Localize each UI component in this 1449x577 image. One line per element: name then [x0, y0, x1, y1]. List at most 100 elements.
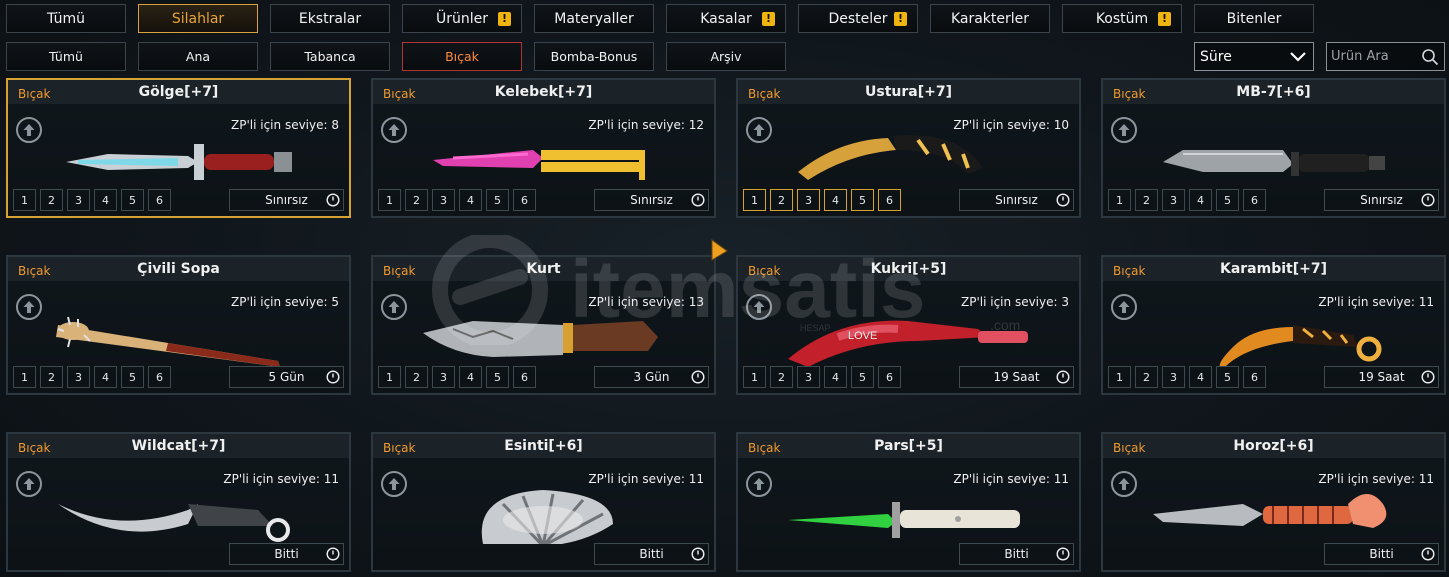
search-input[interactable] — [1327, 43, 1419, 70]
item-card-mb-7-6[interactable]: Bıçak MB-7[+6] 1 2 3 4 5 6 Sınırsız — [1101, 78, 1446, 218]
item-card-horoz-6[interactable]: Bıçak Horoz[+6] ZP'li için seviye: 11 Bitti — [1101, 432, 1446, 572]
level-slot[interactable]: 3 — [432, 189, 455, 211]
duration-button[interactable]: Bitti — [229, 543, 344, 565]
item-card-karambit-7[interactable]: Bıçak Karambit[+7] ZP'li için seviye: 11 1 2… — [1101, 255, 1446, 395]
level-slot[interactable]: 5 — [486, 366, 509, 388]
duration-button[interactable]: Sınırsız — [959, 189, 1074, 211]
level-slot[interactable]: 6 — [1243, 366, 1266, 388]
tab-materyaller[interactable]: Materyaller — [534, 4, 654, 33]
level-slot[interactable]: 6 — [148, 189, 171, 211]
duration-button[interactable]: Bitti — [594, 543, 709, 565]
level-slot[interactable]: 2 — [770, 189, 793, 211]
upgrade-button[interactable] — [746, 117, 772, 143]
level-slot[interactable]: 2 — [405, 366, 428, 388]
upgrade-button[interactable] — [1111, 471, 1137, 497]
level-slot[interactable]: 6 — [878, 366, 901, 388]
level-slot[interactable]: 1 — [13, 366, 36, 388]
level-slot[interactable]: 6 — [148, 366, 171, 388]
sort-select[interactable]: Süre — [1194, 42, 1314, 71]
level-slot[interactable]: 6 — [513, 189, 536, 211]
upgrade-button[interactable] — [381, 117, 407, 143]
tab-desteler[interactable]: Desteler! — [798, 4, 918, 33]
subtab-arsiv[interactable]: Arşiv — [666, 42, 786, 71]
level-slot[interactable]: 6 — [513, 366, 536, 388]
item-card-kurt[interactable]: Bıçak Kurt ZP'li için seviye: 13 1 2 3 4 5 6 3 Gü… — [371, 255, 716, 395]
tab-silahlar[interactable]: Silahlar — [138, 4, 258, 33]
level-slot[interactable]: 3 — [797, 366, 820, 388]
upgrade-button[interactable] — [746, 294, 772, 320]
tab-tumu[interactable]: Tümü — [6, 4, 126, 33]
level-slot[interactable]: 5 — [851, 366, 874, 388]
subtab-bicak[interactable]: Bıçak — [402, 42, 522, 71]
level-slot[interactable]: 1 — [743, 189, 766, 211]
item-card-wildcat-7[interactable]: Bıçak Wildcat[+7] ZP'li için seviye: 11 Bit… — [6, 432, 351, 572]
level-slot[interactable]: 4 — [94, 366, 117, 388]
duration-button[interactable]: 5 Gün — [229, 366, 344, 388]
upgrade-button[interactable] — [746, 471, 772, 497]
level-slot[interactable]: 4 — [94, 189, 117, 211]
level-slot[interactable]: 5 — [486, 189, 509, 211]
duration-button[interactable]: Sınırsız — [229, 189, 344, 211]
level-slot[interactable]: 1 — [1108, 189, 1131, 211]
level-slot[interactable]: 6 — [878, 189, 901, 211]
level-slot[interactable]: 4 — [824, 366, 847, 388]
duration-button[interactable]: Sınırsız — [1324, 189, 1439, 211]
item-card-esinti-6[interactable]: Bıçak Esinti[+6] ZP'li için seviye: 11 Bitt… — [371, 432, 716, 572]
tab-ekstralar[interactable]: Ekstralar — [270, 4, 390, 33]
level-slot[interactable]: 5 — [121, 366, 144, 388]
item-card-civili-sopa[interactable]: Bıçak Çivili Sopa ZP'li için seviye: 51234… — [6, 255, 351, 395]
level-slot[interactable]: 2 — [770, 366, 793, 388]
level-slot[interactable]: 1 — [13, 189, 36, 211]
tab-urunler[interactable]: Ürünler! — [402, 4, 522, 33]
level-slot[interactable]: 4 — [459, 189, 482, 211]
level-slot[interactable]: 2 — [40, 189, 63, 211]
level-slot[interactable]: 6 — [1243, 189, 1266, 211]
tab-karakterler[interactable]: Karakterler — [930, 4, 1050, 33]
level-slot[interactable]: 3 — [1162, 366, 1185, 388]
level-slot[interactable]: 3 — [432, 366, 455, 388]
duration-button[interactable]: Bitti — [959, 543, 1074, 565]
upgrade-button[interactable] — [1111, 117, 1137, 143]
level-slot[interactable]: 5 — [121, 189, 144, 211]
tab-bitenler[interactable]: Bitenler — [1194, 4, 1314, 33]
item-card-golge-7[interactable]: Bıçak Gölge[+7] ZP'li için seviye: 8123456… — [6, 78, 351, 218]
item-card-ustura-7[interactable]: Bıçak Ustura[+7] ZP'li için seviye: 10 1 2 3 4… — [736, 78, 1081, 218]
level-slot[interactable]: 4 — [459, 366, 482, 388]
subtab-tabanca[interactable]: Tabanca — [270, 42, 390, 71]
duration-button[interactable]: Bitti — [1324, 543, 1439, 565]
upgrade-button[interactable] — [16, 117, 42, 143]
level-slot[interactable]: 4 — [1189, 366, 1212, 388]
subtab-bomba-bonus[interactable]: Bomba-Bonus — [534, 42, 654, 71]
item-card-kelebek-7[interactable]: Bıçak Kelebek[+7] ZP'li için seviye: 12 1 2 3… — [371, 78, 716, 218]
level-slot[interactable]: 1 — [378, 366, 401, 388]
level-slot[interactable]: 2 — [40, 366, 63, 388]
level-slot[interactable]: 3 — [1162, 189, 1185, 211]
level-slot[interactable]: 2 — [1135, 366, 1158, 388]
duration-button[interactable]: 19 Saat — [1324, 366, 1439, 388]
level-slot[interactable]: 4 — [824, 189, 847, 211]
level-slot[interactable]: 5 — [1216, 366, 1239, 388]
level-slot[interactable]: 3 — [797, 189, 820, 211]
item-card-kukri-5[interactable]: Bıçak Kukri[+5] ZP'li için seviye: 3 LOVE 1 2… — [736, 255, 1081, 395]
duration-button[interactable]: 19 Saat — [959, 366, 1074, 388]
tab-kostum[interactable]: Kostüm! — [1062, 4, 1182, 33]
level-slot[interactable]: 2 — [1135, 189, 1158, 211]
level-slot[interactable]: 1 — [743, 366, 766, 388]
item-card-pars-5[interactable]: Bıçak Pars[+5] ZP'li için seviye: 11 Bitti — [736, 432, 1081, 572]
level-slot[interactable]: 3 — [67, 189, 90, 211]
duration-button[interactable]: 3 Gün — [594, 366, 709, 388]
level-slot[interactable]: 2 — [405, 189, 428, 211]
subtab-ana[interactable]: Ana — [138, 42, 258, 71]
level-slot[interactable]: 5 — [1216, 189, 1239, 211]
level-slot[interactable]: 3 — [67, 366, 90, 388]
duration-button[interactable]: Sınırsız — [594, 189, 709, 211]
upgrade-button[interactable] — [381, 471, 407, 497]
upgrade-button[interactable] — [16, 294, 42, 320]
search-icon[interactable] — [1421, 48, 1439, 66]
level-slot[interactable]: 1 — [1108, 366, 1131, 388]
upgrade-button[interactable] — [1111, 294, 1137, 320]
upgrade-button[interactable] — [16, 471, 42, 497]
subtab-tumu[interactable]: Tümü — [6, 42, 126, 71]
upgrade-button[interactable] — [381, 294, 407, 320]
level-slot[interactable]: 4 — [1189, 189, 1212, 211]
